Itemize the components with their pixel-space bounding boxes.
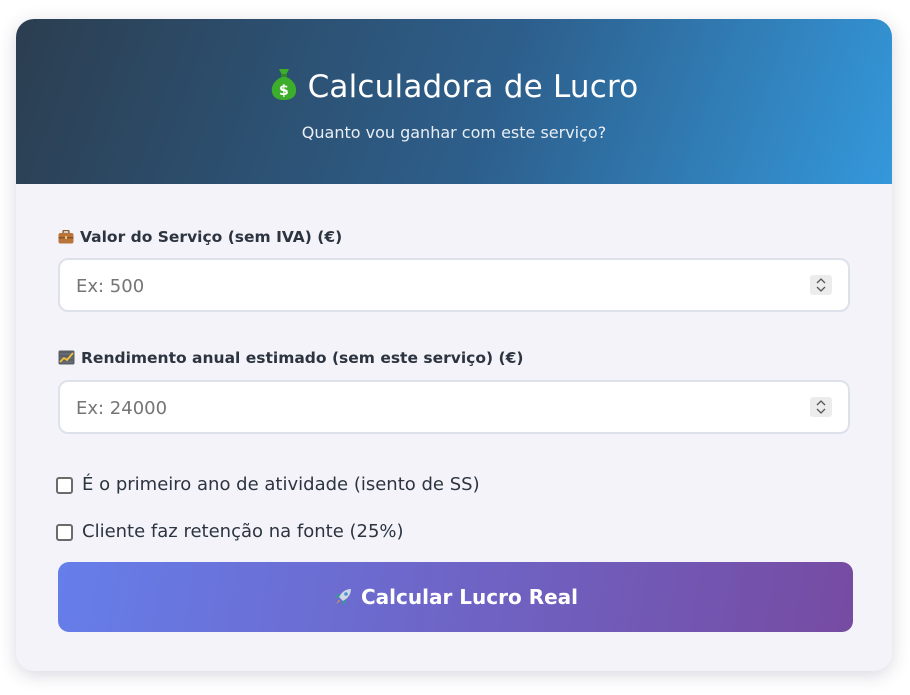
page-title: Calculadora de Lucro bbox=[307, 69, 639, 105]
calculate-button[interactable]: Calcular Lucro Real bbox=[58, 562, 853, 632]
annual-income-field[interactable] bbox=[58, 380, 850, 434]
first-year-label: É o primeiro ano de atividade (isento de… bbox=[82, 474, 480, 495]
page-title-row: $ Calculadora de Lucro bbox=[16, 67, 892, 109]
form-body: Valor do Serviço (sem IVA) (€) Ex: 500 R… bbox=[16, 184, 892, 671]
chart-increasing-icon bbox=[58, 350, 75, 369]
annual-income-label-text: Rendimento anual estimado (sem este serv… bbox=[81, 349, 524, 367]
number-spinner[interactable] bbox=[810, 397, 832, 417]
annual-income-label: Rendimento anual estimado (sem este serv… bbox=[58, 349, 523, 369]
rocket-icon bbox=[333, 565, 353, 635]
first-year-option[interactable]: É o primeiro ano de atividade (isento de… bbox=[56, 474, 480, 495]
calculate-button-label: Calcular Lucro Real bbox=[360, 585, 579, 609]
withholding-label: Cliente faz retenção na fonte (25%) bbox=[82, 521, 404, 542]
money-bag-icon: $ bbox=[270, 67, 298, 109]
briefcase-icon bbox=[58, 229, 74, 248]
annual-income-input[interactable] bbox=[74, 382, 798, 434]
service-value-field[interactable] bbox=[58, 258, 850, 312]
svg-text:$: $ bbox=[279, 83, 289, 99]
calculator-card: $ Calculadora de Lucro Quanto vou ganhar… bbox=[16, 19, 892, 671]
page-subtitle: Quanto vou ganhar com este serviço? bbox=[301, 123, 607, 142]
service-value-input[interactable] bbox=[74, 260, 798, 312]
service-value-label: Valor do Serviço (sem IVA) (€) bbox=[58, 228, 342, 248]
service-value-label-text: Valor do Serviço (sem IVA) (€) bbox=[80, 228, 343, 246]
header: $ Calculadora de Lucro Quanto vou ganhar… bbox=[16, 19, 892, 184]
withholding-checkbox[interactable] bbox=[56, 524, 73, 541]
number-spinner[interactable] bbox=[810, 275, 832, 295]
first-year-checkbox[interactable] bbox=[56, 477, 73, 494]
withholding-option[interactable]: Cliente faz retenção na fonte (25%) bbox=[56, 521, 404, 542]
